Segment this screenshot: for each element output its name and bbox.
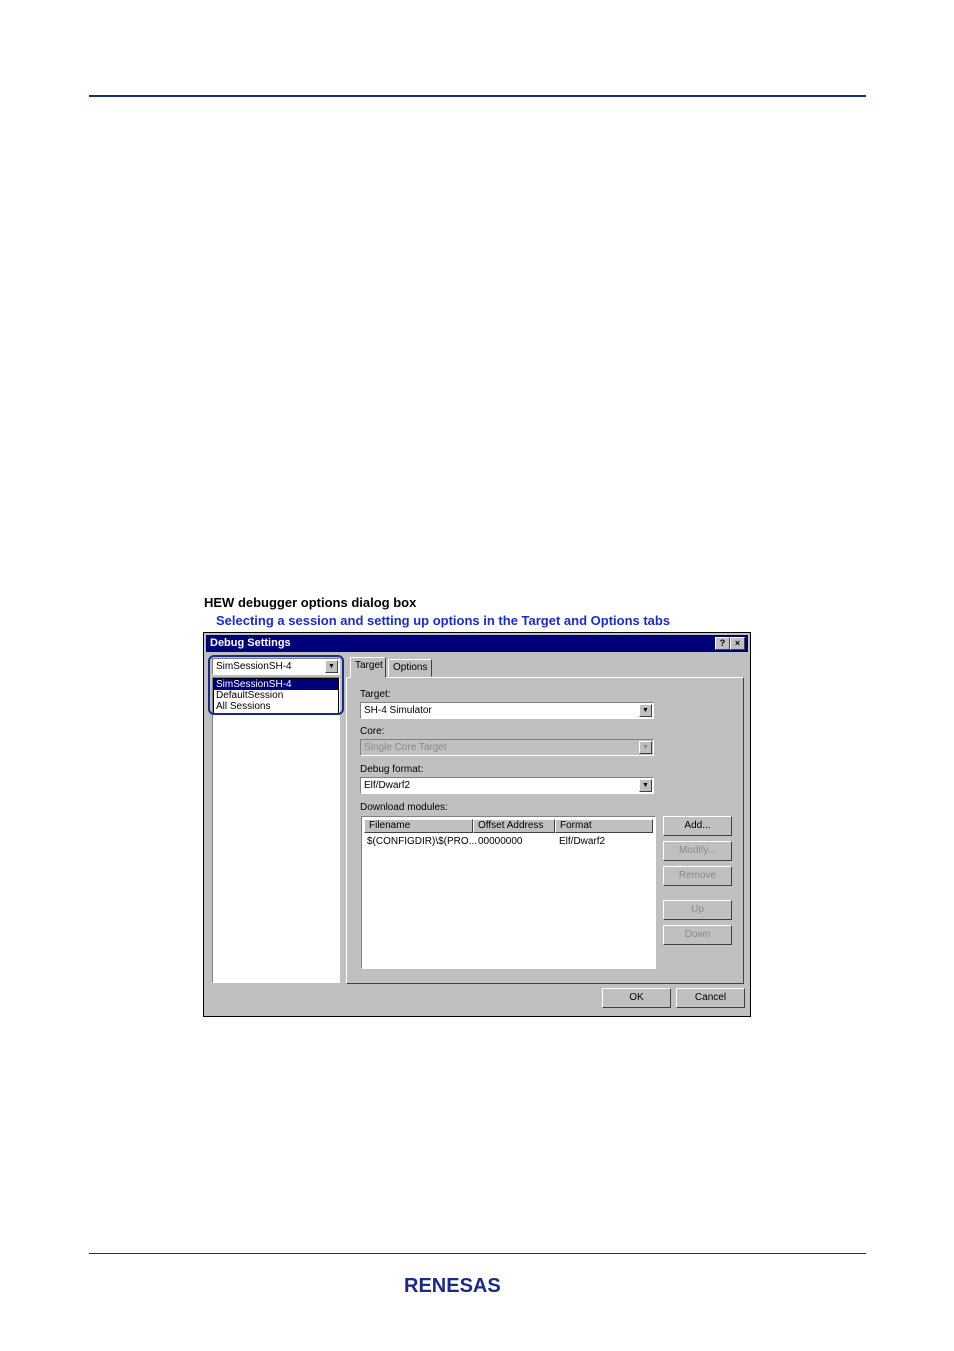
remove-button[interactable]: Remove <box>663 866 732 886</box>
core-select: Single Core Target ▼ <box>360 739 654 756</box>
tab-options[interactable]: Options <box>388 659 432 677</box>
download-modules-label: Download modules: <box>360 802 448 813</box>
ok-button[interactable]: OK <box>602 988 671 1008</box>
row-offset: 00000000 <box>478 836 523 847</box>
session-list[interactable] <box>212 677 340 983</box>
core-label: Core: <box>360 726 385 737</box>
column-header-offset[interactable]: Offset Address <box>473 819 555 833</box>
figure-subtitle: Selecting a session and setting up optio… <box>216 613 671 628</box>
target-select[interactable]: SH-4 Simulator ▼ <box>360 702 654 719</box>
add-button[interactable]: Add... <box>663 816 732 836</box>
up-button[interactable]: Up <box>663 900 732 920</box>
dialog-title-bar: Debug Settings ? × <box>206 635 748 652</box>
row-format: Elf/Dwarf2 <box>559 836 606 847</box>
debug-format-value: Elf/Dwarf2 <box>364 780 411 791</box>
modify-button[interactable]: Modify... <box>663 841 732 861</box>
chevron-down-icon[interactable]: ▼ <box>639 779 652 792</box>
figure-title: HEW debugger options dialog box <box>204 595 417 610</box>
chevron-down-icon: ▼ <box>639 741 652 754</box>
target-label: Target: <box>360 689 391 700</box>
column-header-filename[interactable]: Filename <box>364 819 473 833</box>
core-select-value: Single Core Target <box>364 742 447 753</box>
logo-text: RENESAS <box>404 1275 501 1297</box>
down-button[interactable]: Down <box>663 925 732 945</box>
chevron-down-icon[interactable]: ▼ <box>639 704 652 717</box>
target-select-value: SH-4 Simulator <box>364 705 432 716</box>
debug-settings-dialog: Debug Settings ? × SimSessionSH-4 ▼ SimS… <box>203 632 751 1017</box>
row-filename: $(CONFIGDIR)\$(PRO... <box>367 836 478 847</box>
dialog-title: Debug Settings <box>210 637 291 649</box>
header-rule <box>89 95 866 97</box>
column-header-format[interactable]: Format <box>555 819 653 833</box>
session-highlight-outline <box>208 655 344 715</box>
tab-target[interactable]: Target <box>350 657 386 678</box>
renesas-logo: RENESAS <box>404 1275 501 1297</box>
footer-rule <box>89 1253 866 1254</box>
download-modules-list[interactable]: Filename Offset Address Format $(CONFIGD… <box>361 816 656 969</box>
debug-format-label: Debug format: <box>360 764 424 775</box>
debug-format-select[interactable]: Elf/Dwarf2 ▼ <box>360 777 654 794</box>
close-button[interactable]: × <box>730 637 745 650</box>
help-button[interactable]: ? <box>715 637 730 650</box>
cancel-button[interactable]: Cancel <box>676 988 745 1008</box>
